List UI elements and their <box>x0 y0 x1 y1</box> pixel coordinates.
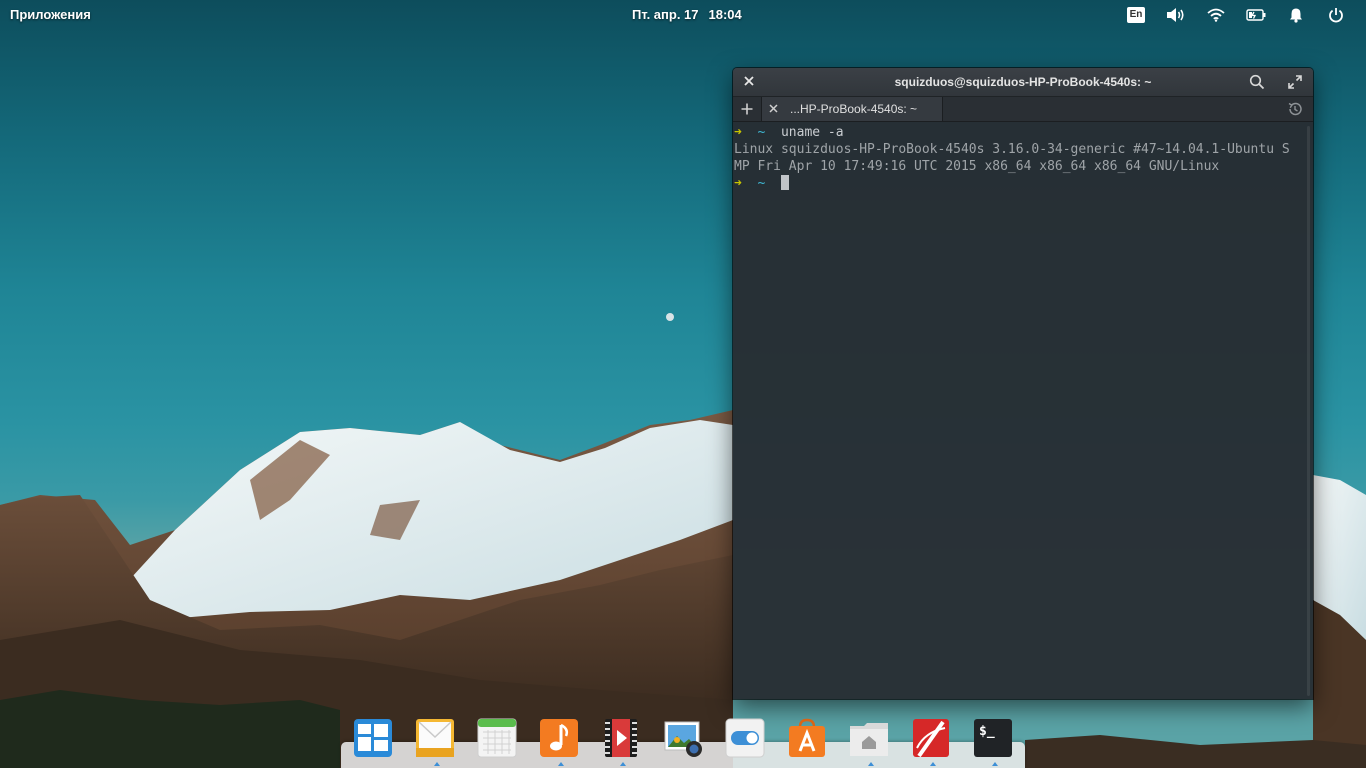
prompt-arrow: ➜ <box>734 176 742 191</box>
close-icon <box>769 104 778 113</box>
running-indicator <box>992 762 998 766</box>
multitasking-view-icon <box>354 719 392 757</box>
dock-item-videos[interactable] <box>594 715 656 766</box>
applications-menu[interactable]: Приложения <box>10 7 91 22</box>
prompt-directory: ~ <box>757 125 766 140</box>
svg-text:$_: $_ <box>979 724 995 739</box>
prompt-line: ➜ ~ <box>734 175 1313 192</box>
command-text: uname -a <box>780 125 844 140</box>
dock: $_ <box>346 715 1028 766</box>
dock-item-document-viewer[interactable] <box>904 715 966 766</box>
app-center-icon <box>789 718 825 757</box>
system-settings-icon <box>725 718 765 758</box>
network-indicator[interactable] <box>1196 4 1236 26</box>
mail-icon <box>416 719 454 757</box>
history-icon <box>1288 102 1302 116</box>
running-indicator <box>558 762 564 766</box>
dock-item-system-settings[interactable] <box>718 715 780 765</box>
time-label: 18:04 <box>708 7 742 22</box>
tab-close-button[interactable] <box>769 101 778 117</box>
wifi-icon <box>1207 8 1225 22</box>
date-time-indicator[interactable]: Пт. апр. 17 18:04 <box>632 7 742 22</box>
dock-item-music[interactable] <box>532 715 594 766</box>
running-indicator <box>434 762 440 766</box>
terminal-output[interactable]: ➜ ~ uname -a Linux squizduos-HP-ProBook-… <box>733 122 1313 699</box>
output-line: MP Fri Apr 10 17:49:16 UTC 2015 x86_64 x… <box>734 159 1220 174</box>
dock-item-mail[interactable] <box>408 715 470 766</box>
date-label: Пт. апр. 17 <box>632 7 699 22</box>
volume-indicator[interactable] <box>1156 4 1196 26</box>
keyboard-layout-indicator[interactable]: En <box>1116 4 1156 26</box>
terminal-scrollbar[interactable] <box>1307 126 1310 696</box>
new-tab-button[interactable] <box>737 97 757 121</box>
search-icon <box>1249 74 1265 90</box>
closed-tabs-history-button[interactable] <box>1287 101 1303 117</box>
window-title: squizduos@squizduos-HP-ProBook-4540s: ~ <box>894 75 1152 89</box>
maximize-icon <box>1288 75 1302 89</box>
prompt-arrow: ➜ <box>734 125 742 140</box>
text-cursor <box>780 175 789 190</box>
keyboard-layout-icon: En <box>1126 7 1146 23</box>
window-maximize-button[interactable] <box>1287 74 1303 90</box>
window-titlebar[interactable]: squizduos@squizduos-HP-ProBook-4540s: ~ <box>733 68 1313 97</box>
running-indicator <box>620 762 626 766</box>
dock-item-files[interactable] <box>842 715 904 766</box>
dock-item-app-center[interactable] <box>780 715 842 765</box>
dock-item-calendar[interactable] <box>470 715 532 765</box>
files-icon <box>850 723 888 756</box>
plus-icon <box>741 103 753 115</box>
dock-item-multitasking-view[interactable] <box>346 715 408 765</box>
search-button[interactable] <box>1249 74 1265 90</box>
notifications-icon <box>1290 8 1302 23</box>
document-viewer-icon <box>913 719 949 758</box>
power-indicator[interactable] <box>1236 4 1276 26</box>
output-line: Linux squizduos-HP-ProBook-4540s 3.16.0-… <box>734 142 1290 157</box>
tab-bar: ...HP-ProBook-4540s: ~ <box>733 97 1313 122</box>
running-indicator <box>868 762 874 766</box>
terminal-tab[interactable]: ...HP-ProBook-4540s: ~ <box>761 97 943 121</box>
prompt-line: ➜ ~ uname -a <box>734 124 1313 141</box>
terminal-window: squizduos@squizduos-HP-ProBook-4540s: ~ <box>733 68 1313 699</box>
music-icon <box>540 719 578 757</box>
photos-icon <box>664 721 702 757</box>
notifications-indicator[interactable] <box>1276 4 1316 26</box>
calendar-icon <box>477 718 517 758</box>
battery-icon <box>1246 9 1266 21</box>
videos-icon <box>605 719 637 757</box>
running-indicator <box>930 762 936 766</box>
prompt-directory: ~ <box>757 176 766 191</box>
dock-item-photos[interactable] <box>656 715 718 765</box>
power-icon <box>1329 8 1343 23</box>
indicator-area: En <box>1116 4 1356 26</box>
terminal-icon: $_ <box>974 719 1012 757</box>
top-panel: Приложения Пт. апр. 17 18:04 En <box>0 0 1366 30</box>
tab-label: ...HP-ProBook-4540s: ~ <box>790 102 918 116</box>
dock-item-terminal[interactable]: $_ <box>966 715 1028 766</box>
session-indicator[interactable] <box>1316 4 1356 26</box>
volume-icon <box>1167 8 1184 22</box>
